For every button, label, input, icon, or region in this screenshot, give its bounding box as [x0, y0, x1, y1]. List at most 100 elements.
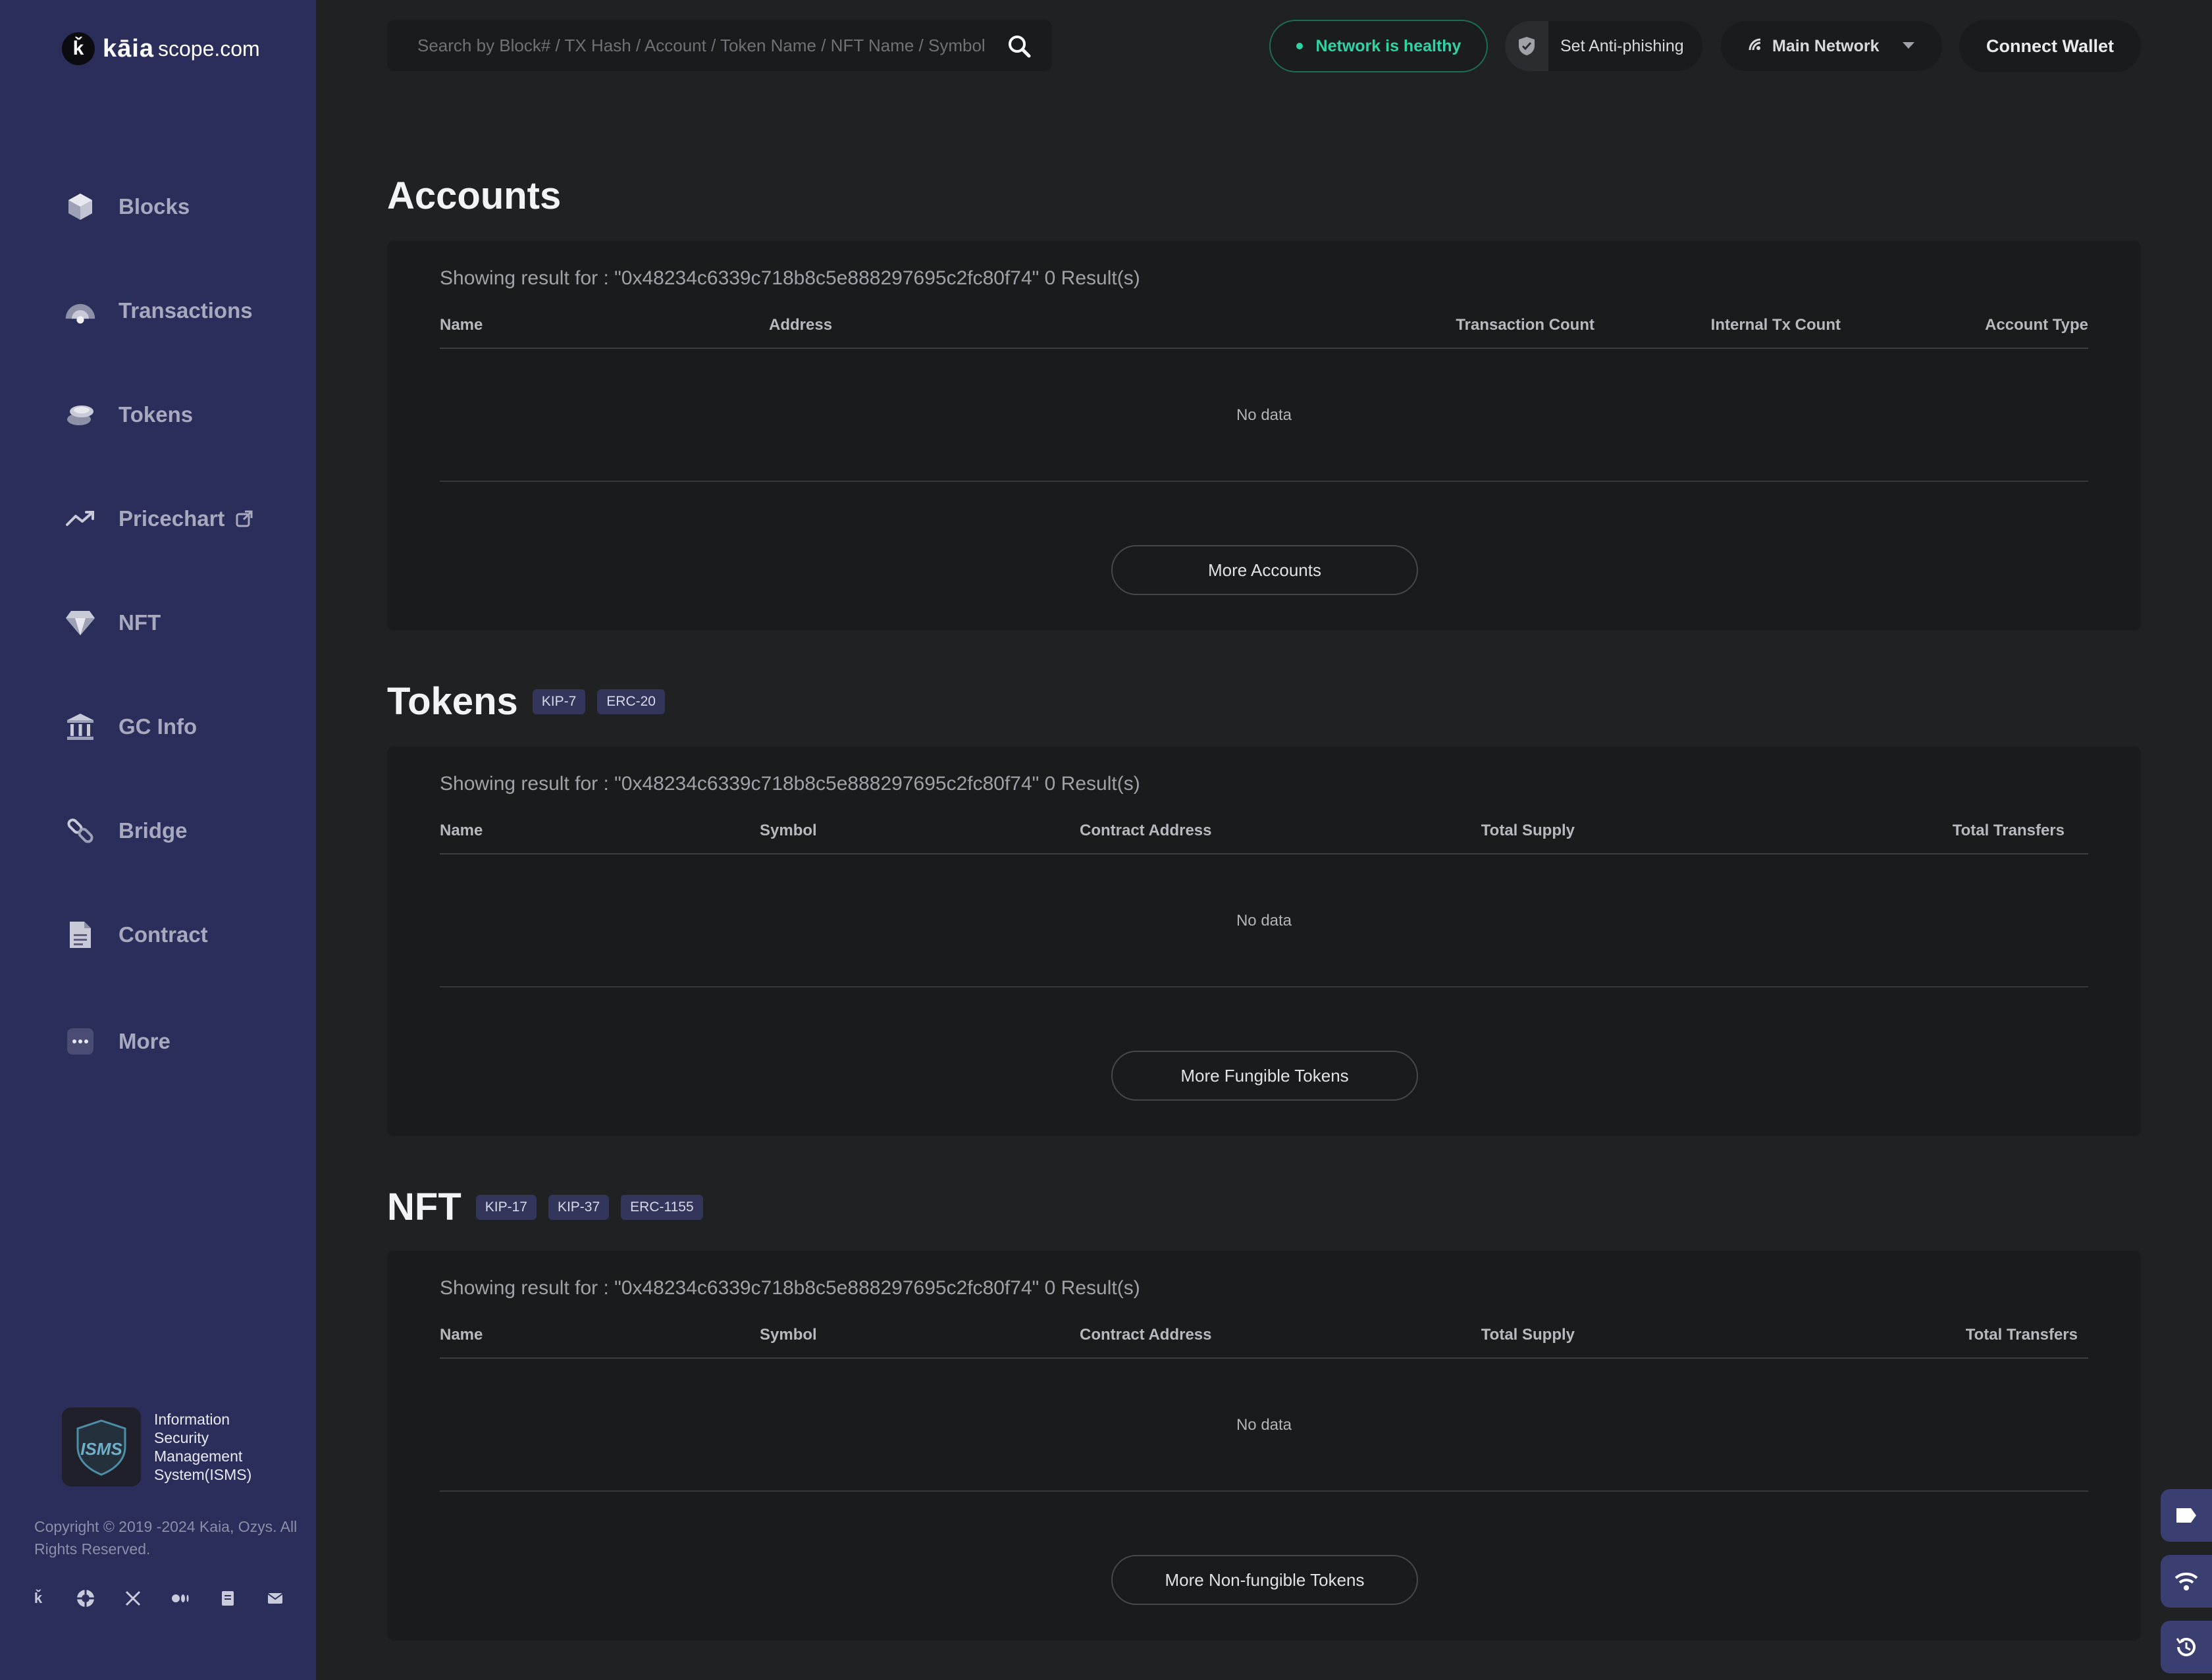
search-icon[interactable] — [1006, 33, 1032, 59]
isms-label: Information Security Management System(I… — [154, 1411, 252, 1483]
table-header: Name Symbol Contract Address Total Suppl… — [440, 815, 2088, 854]
column-header: Account Type — [1985, 316, 2088, 334]
sidebar-item-label: GC Info — [118, 714, 198, 739]
column-header: Name — [440, 1326, 483, 1344]
copyright: Copyright © 2019 -2024 Kaia, Ozys. All R… — [34, 1518, 298, 1558]
tokens-card: Showing result for : "0x48234c6339c718b8… — [387, 747, 2141, 1136]
standard-tag: ERC-1155 — [621, 1194, 703, 1220]
chevron-down-icon — [1901, 41, 1916, 53]
kaia-logo-icon: ǩ — [62, 32, 95, 65]
column-header: Transaction Count — [1456, 316, 1594, 334]
sidebar-item-transactions[interactable]: Transactions — [0, 271, 316, 350]
medium-icon[interactable] — [169, 1587, 192, 1610]
section-title: Tokens — [387, 680, 518, 723]
search-bar — [387, 20, 1052, 71]
network-status-badge[interactable]: Network is healthy — [1269, 20, 1488, 72]
coins-icon — [63, 398, 97, 432]
column-header: Address — [769, 316, 833, 334]
column-header: Contract Address — [1080, 1326, 1212, 1344]
sidebar-item-label: Bridge — [118, 818, 188, 843]
more-icon — [63, 1024, 97, 1059]
bridge-icon — [63, 814, 97, 848]
column-header: Name — [440, 316, 483, 334]
empty-state: No data — [440, 1360, 2088, 1492]
sidebar-item-tokens[interactable]: Tokens — [0, 375, 316, 454]
column-header: Symbol — [760, 822, 817, 839]
sidebar-item-label: NFT — [118, 610, 161, 635]
sidebar-item-more[interactable]: More — [0, 1002, 316, 1081]
bank-icon — [63, 710, 97, 744]
social-links: ǩ — [26, 1587, 287, 1610]
column-header: Total Transfers — [1965, 1326, 2078, 1344]
sidebar-item-contract[interactable]: Contract — [0, 895, 316, 974]
more-fungible-tokens-button[interactable]: More Fungible Tokens — [1111, 1051, 1418, 1101]
anti-phishing-button[interactable]: Set Anti-phishing — [1505, 21, 1702, 71]
docs-icon[interactable] — [216, 1587, 240, 1610]
nft-section-header: NFT KIP-17 KIP-37 ERC-1155 — [387, 1185, 703, 1229]
sidebar-item-bridge[interactable]: Bridge — [0, 791, 316, 870]
result-summary: Showing result for : "0x48234c6339c718b8… — [440, 1277, 1140, 1299]
isms-certification: ISMS Information Security Management Sys… — [62, 1407, 273, 1486]
anti-phishing-label: Set Anti-phishing — [1560, 36, 1684, 55]
more-accounts-button[interactable]: More Accounts — [1111, 545, 1418, 595]
status-dot-icon — [1296, 43, 1303, 49]
standard-tag: KIP-7 — [532, 689, 586, 714]
wifi-icon[interactable] — [2161, 1555, 2212, 1608]
sidebar-item-label: More — [118, 1029, 171, 1053]
discourse-icon[interactable] — [74, 1587, 97, 1610]
table-header: Name Symbol Contract Address Total Suppl… — [440, 1319, 2088, 1359]
document-icon — [63, 918, 97, 952]
network-signal-icon — [1747, 37, 1763, 56]
sidebar-item-pricechart[interactable]: Pricechart — [0, 479, 316, 558]
svg-text:ISMS: ISMS — [80, 1439, 122, 1459]
result-summary: Showing result for : "0x48234c6339c718b8… — [440, 773, 1140, 795]
external-link-icon — [235, 510, 253, 528]
column-header: Contract Address — [1080, 822, 1212, 839]
table-header: Name Address Transaction Count Internal … — [440, 309, 2088, 349]
mail-icon[interactable] — [263, 1587, 287, 1610]
more-non-fungible-tokens-button[interactable]: More Non-fungible Tokens — [1111, 1555, 1418, 1605]
empty-state: No data — [440, 856, 2088, 987]
column-header: Total Supply — [1481, 822, 1575, 839]
empty-state: No data — [440, 350, 2088, 482]
brand-logo[interactable]: ǩ kāia scope.com — [62, 32, 260, 66]
sidebar: ǩ kāia scope.com Blocks Transactions Tok… — [0, 0, 316, 1680]
history-icon[interactable] — [2161, 1621, 2212, 1673]
x-icon[interactable] — [121, 1587, 145, 1610]
sidebar-item-label: Blocks — [118, 194, 190, 219]
tokens-section-header: Tokens KIP-7 ERC-20 — [387, 679, 665, 723]
brand-name: kāia — [103, 34, 154, 63]
column-header: Total Supply — [1481, 1326, 1575, 1344]
connect-wallet-button[interactable]: Connect Wallet — [1959, 20, 2141, 72]
sidebar-item-label: Contract — [118, 922, 208, 947]
sidebar-item-label: Tokens — [118, 402, 194, 427]
sidebar-item-nft[interactable]: NFT — [0, 583, 316, 662]
accounts-card: Showing result for : "0x48234c6339c718b8… — [387, 241, 2141, 631]
isms-badge-icon: ISMS — [62, 1407, 141, 1486]
standard-tag: ERC-20 — [597, 689, 665, 714]
section-title: Accounts — [387, 174, 562, 217]
tag-icon[interactable] — [2161, 1489, 2212, 1542]
result-summary: Showing result for : "0x48234c6339c718b8… — [440, 267, 1140, 289]
accounts-section-header: Accounts — [387, 174, 561, 218]
column-header: Internal Tx Count — [1710, 316, 1841, 334]
brand-domain: scope.com — [157, 36, 260, 61]
network-label: Main Network — [1772, 36, 1880, 55]
kaia-icon[interactable]: ǩ — [26, 1587, 50, 1610]
network-selector[interactable]: Main Network — [1721, 21, 1942, 71]
nft-card: Showing result for : "0x48234c6339c718b8… — [387, 1251, 2141, 1641]
column-header: Total Transfers — [1952, 822, 2065, 839]
standard-tag: KIP-37 — [548, 1194, 610, 1220]
network-status-label: Network is healthy — [1315, 36, 1462, 55]
shield-check-icon — [1505, 21, 1548, 71]
sidebar-item-gc-info[interactable]: GC Info — [0, 687, 316, 766]
trend-up-icon — [63, 502, 97, 536]
section-title: NFT — [387, 1186, 461, 1228]
cube-icon — [63, 190, 97, 224]
sidebar-item-label: Transactions — [118, 298, 253, 323]
sidebar-item-blocks[interactable]: Blocks — [0, 167, 316, 246]
sidebar-item-label: Pricechart — [118, 506, 225, 531]
transactions-icon — [63, 294, 97, 328]
search-input[interactable] — [417, 35, 997, 56]
column-header: Name — [440, 822, 483, 839]
